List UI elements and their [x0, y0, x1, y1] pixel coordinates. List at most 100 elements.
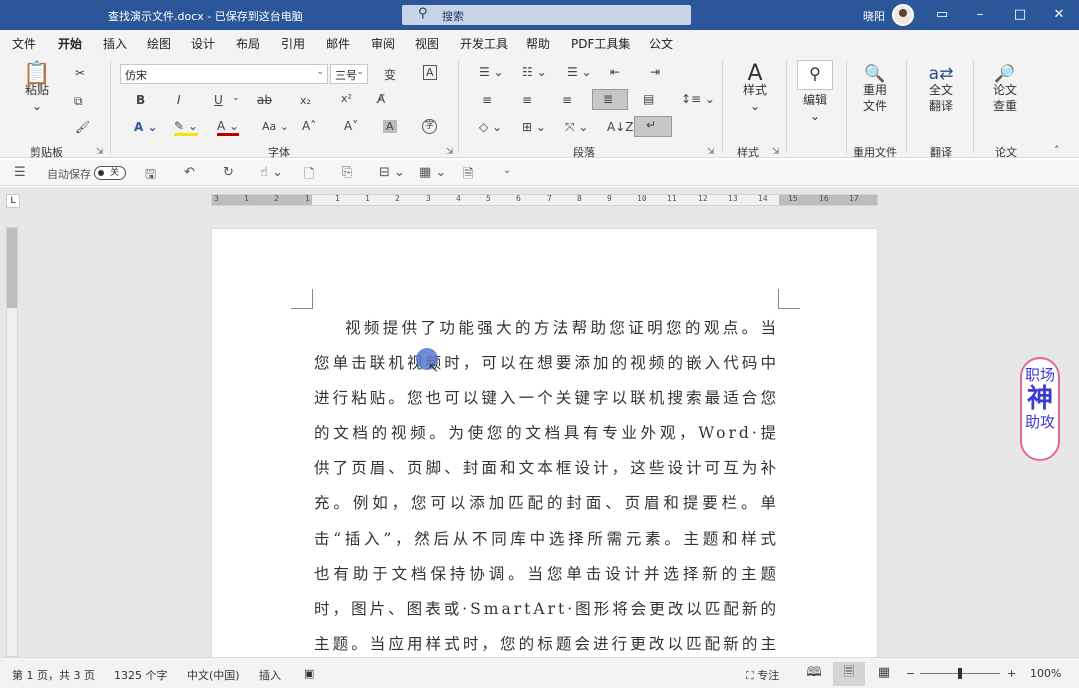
phonetic-guide-icon[interactable]: 变 [384, 66, 396, 83]
subscript-button[interactable]: x₂ [300, 94, 311, 107]
avatar[interactable] [892, 4, 914, 26]
customize-qat-icon[interactable]: ⌄ [503, 165, 511, 176]
sort-icon[interactable]: A↓Z [607, 120, 633, 134]
input-mode[interactable]: 插入 [259, 667, 281, 683]
autosave-toggle[interactable]: 关 [94, 166, 126, 180]
highlight-color-icon[interactable]: ✎ ⌄ [174, 119, 198, 136]
tab-mailings[interactable]: 邮件 [326, 35, 350, 52]
redo-icon[interactable]: ↻ [223, 165, 234, 180]
touch-mode-icon[interactable]: ☝ ⌄ [260, 165, 283, 180]
distributed-icon[interactable]: ▤ [643, 92, 654, 106]
ribbon-display-button[interactable]: ▭ [922, 0, 962, 30]
word-count[interactable]: 1325 个字 [114, 667, 168, 683]
paragraph-launcher-icon[interactable]: ⇲ [707, 147, 715, 157]
collapse-ribbon-icon[interactable]: ˄ [1054, 144, 1060, 157]
print-layout-icon[interactable]: 🗏 [833, 662, 865, 686]
user-name[interactable]: 晓阳 [863, 8, 885, 24]
nav-pane-icon[interactable]: ☰ [14, 165, 26, 180]
copy-icon[interactable]: ⧉ [74, 94, 83, 109]
align-center-icon[interactable]: ≡ [522, 93, 532, 107]
new-doc-icon[interactable]: 🗋 [304, 165, 314, 187]
character-border-icon[interactable]: A [423, 65, 437, 80]
shading-icon[interactable]: ◇ ⌄ [479, 120, 502, 134]
tab-draw[interactable]: 绘图 [147, 35, 171, 52]
tab-layout[interactable]: 布局 [236, 35, 260, 52]
italic-button[interactable]: I [177, 93, 181, 107]
strikethrough-button[interactable]: ab [257, 93, 272, 107]
shrink-font-icon[interactable]: A˅ [344, 119, 358, 133]
horizontal-ruler[interactable]: 3 1 2 1 1 1 2 3 4 5 6 7 8 9 10 11 12 13 14 15 16 17 [211, 194, 878, 206]
format-painter-icon[interactable]: 🖌 [75, 120, 90, 134]
align-right-icon[interactable]: ≡ [562, 93, 572, 107]
tab-developer[interactable]: 开发工具 [460, 35, 508, 52]
font-color-icon[interactable]: A ⌄ [217, 119, 240, 136]
font-size-combo[interactable]: 三号 ⌄ [330, 64, 368, 84]
search-box[interactable]: ⚲ 搜索 [402, 5, 691, 25]
change-case-icon[interactable]: Aa ⌄ [262, 120, 289, 133]
zoom-in-button[interactable]: + [1007, 667, 1016, 680]
close-button[interactable]: ✕ [1039, 0, 1079, 30]
tab-view[interactable]: 视图 [415, 35, 439, 52]
align-left-icon[interactable]: ≡ [482, 93, 492, 107]
reuse-files-button[interactable]: 🔍 重用文件 [858, 66, 892, 114]
tab-review[interactable]: 审阅 [371, 35, 395, 52]
tab-help[interactable]: 帮助 [526, 35, 550, 52]
cut-icon[interactable]: ✂ [75, 66, 85, 80]
multilevel-list-icon[interactable]: ☰ ⌄ [567, 65, 592, 79]
read-mode-icon[interactable]: 🕮 [798, 662, 830, 686]
numbering-icon[interactable]: ☷ ⌄ [522, 65, 547, 79]
tab-insert[interactable]: 插入 [103, 35, 127, 52]
print-preview-icon[interactable]: 🗎 [463, 165, 473, 187]
editing-button[interactable]: ⚲ [797, 60, 833, 90]
character-shading-icon[interactable]: A [383, 120, 397, 133]
full-translate-button[interactable]: a⇄ 全文翻译 [924, 66, 958, 114]
zoom-slider-thumb[interactable] [958, 668, 962, 679]
tab-design[interactable]: 设计 [191, 35, 215, 52]
document-title[interactable]: 查找演示文件.docx - 已保存到这台电脑 [108, 8, 303, 24]
styles-launcher-icon[interactable]: ⇲ [772, 147, 780, 157]
line-spacing-icon[interactable]: ↕≡ ⌄ [681, 92, 715, 106]
tab-stop-selector[interactable]: L [6, 194, 20, 208]
layout-icon[interactable]: ⊟ ⌄ [379, 165, 405, 180]
maximize-button[interactable]: □ [1000, 0, 1040, 30]
clear-format-icon[interactable]: A̸ [377, 92, 385, 106]
text-effects-icon[interactable]: A ⌄ [134, 120, 158, 134]
underline-button[interactable]: U [214, 93, 223, 107]
document-page[interactable]: 视频提供了功能强大的方法帮助您证明您的观点。当您单击联机视频时，可以在想要添加的… [211, 228, 878, 657]
superscript-button[interactable]: x² [341, 92, 352, 105]
styles-button[interactable]: A 样式 ⌄ [737, 63, 773, 114]
page-count[interactable]: 第 1 页，共 3 页 [12, 667, 95, 683]
tab-official-doc[interactable]: 公文 [649, 35, 673, 52]
chevron-down-icon[interactable]: ⌄ [232, 93, 240, 103]
tab-references[interactable]: 引用 [281, 35, 305, 52]
grow-font-icon[interactable]: A˄ [302, 119, 316, 133]
enclose-character-icon[interactable]: 字 [422, 119, 437, 134]
font-name-combo[interactable]: 仿宋 ⌄ [120, 64, 328, 84]
increase-indent-icon[interactable]: ⇥ [650, 65, 660, 79]
chinese-layout-icon[interactable]: ⤧ ⌄ [565, 120, 588, 135]
vertical-ruler[interactable] [6, 227, 18, 657]
undo-icon[interactable]: ↶ [184, 165, 195, 180]
borders-icon[interactable]: ⊞ ⌄ [522, 120, 546, 134]
clipboard-launcher-icon[interactable]: ⇲ [96, 147, 104, 157]
focus-button[interactable]: ⛶ 专注 [746, 667, 779, 683]
save-icon[interactable]: 🖫 [145, 165, 156, 187]
text-box-icon[interactable]: ⎘ [342, 165, 352, 180]
accessibility-icon[interactable]: ▣ [304, 667, 314, 680]
document-body-text[interactable]: 视频提供了功能强大的方法帮助您证明您的观点。当您单击联机视频时，可以在想要添加的… [314, 311, 779, 657]
zoom-out-button[interactable]: − [906, 667, 915, 680]
minimize-button[interactable]: – [960, 0, 1000, 30]
zoom-level[interactable]: 100% [1030, 667, 1061, 680]
paste-button[interactable]: 📋 粘贴 ⌄ [22, 63, 52, 114]
tab-home[interactable]: 开始 [58, 35, 83, 57]
decrease-indent-icon[interactable]: ⇤ [610, 65, 620, 79]
paper-check-button[interactable]: 🔎 论文查重 [988, 66, 1022, 114]
bullets-icon[interactable]: ☰ ⌄ [479, 65, 504, 79]
tab-pdf-tools[interactable]: PDF工具集 [571, 35, 630, 52]
bold-button[interactable]: B [136, 93, 145, 107]
web-layout-icon[interactable]: ▦ [868, 662, 900, 686]
picture-icon[interactable]: ▦ ⌄ [419, 165, 446, 180]
language[interactable]: 中文(中国) [187, 667, 240, 683]
font-launcher-icon[interactable]: ⇲ [446, 147, 454, 157]
tab-file[interactable]: 文件 [12, 35, 36, 52]
